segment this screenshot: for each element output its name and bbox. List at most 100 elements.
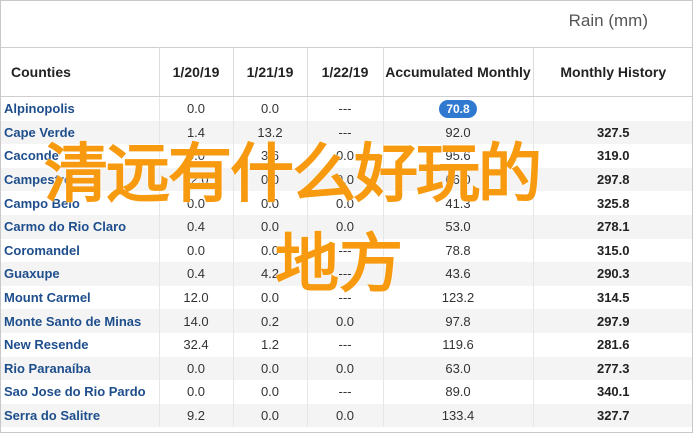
county-name-cell[interactable]: Rio Paranaíba xyxy=(1,356,160,381)
rain-cell-date-3: 0.0 xyxy=(307,144,384,168)
history-cell xyxy=(533,97,692,121)
county-name-cell[interactable]: Mount Carmel xyxy=(1,285,160,310)
accumulated-cell: 53.0 xyxy=(383,214,534,239)
history-cell: 278.1 xyxy=(533,214,692,239)
rain-cell-date-3: --- xyxy=(307,262,384,286)
highlight-badge: 70.8 xyxy=(439,99,477,118)
rain-cell-date-3: --- xyxy=(307,332,384,357)
rain-cell-date-1: 0.0 xyxy=(159,238,234,263)
accumulated-cell: 66.0 xyxy=(383,167,534,192)
unit-label: Rain (mm) xyxy=(568,11,648,30)
rain-cell-date-3: --- xyxy=(307,285,384,310)
rain-cell-date-1: 0.0 xyxy=(159,144,234,168)
county-name-cell[interactable]: New Resende xyxy=(1,332,160,357)
rain-cell-date-3: 0.0 xyxy=(307,356,384,381)
table-row: Coromandel 0.0 0.0 --- 78.8 315.0 xyxy=(1,238,692,263)
county-name-cell[interactable]: Cape Verde xyxy=(1,120,160,145)
column-header-history[interactable]: Monthly History xyxy=(533,47,692,97)
history-cell: 319.0 xyxy=(596,148,630,164)
rain-cell-date-2: 0.2 xyxy=(233,309,308,333)
rain-cell-date-1: 14.0 xyxy=(159,309,234,333)
accumulated-cell: 89.0 xyxy=(383,380,534,404)
rain-cell-date-2: 0.0 xyxy=(233,380,308,404)
rain-cell-date-1: 0.0 xyxy=(159,380,234,404)
table-row: Monte Santo de Minas 14.0 0.2 0.0 97.8 297.9 xyxy=(1,309,692,333)
rain-cell-date-3: 0.0 xyxy=(307,309,384,333)
table-row: Campo Belo 0.0 0.0 0.0 41.3 325.8 xyxy=(1,191,692,215)
county-name-cell[interactable]: Serra do Salitre xyxy=(1,403,160,428)
table-header-row: Counties 1/20/19 1/21/19 1/22/19 Accumul… xyxy=(1,47,692,97)
county-name-cell[interactable]: Campestre xyxy=(1,167,160,192)
county-name-cell[interactable]: Coromandel xyxy=(1,238,160,263)
accumulated-cell: 78.8 xyxy=(383,238,534,263)
accumulated-cell: 95.6 xyxy=(383,144,534,168)
column-header-date-2[interactable]: 1/21/19 xyxy=(233,47,308,97)
rain-cell-date-1: 0.0 xyxy=(159,96,234,121)
history-cell: 290.3 xyxy=(533,262,692,286)
county-name-cell[interactable]: Alpinopolis xyxy=(1,96,160,121)
table-row: Serra do Salitre 9.2 0.0 0.0 133.4 327.7 xyxy=(1,403,692,428)
table-row: Alpinopolis 0.0 0.0 --- 70.8 xyxy=(1,96,692,121)
table-row: Campestre 32.0 0.0 0.0 66.0 297.8 xyxy=(1,167,692,192)
county-name-cell[interactable]: Carmo do Rio Claro xyxy=(1,214,160,239)
county-name-cell[interactable]: Sao Jose do Rio Pardo xyxy=(1,380,160,404)
rain-cell-date-2: 0.0 xyxy=(233,403,308,428)
table-row: New Resende 32.4 1.2 --- 119.6 281.6 xyxy=(1,332,692,357)
rain-cell-date-3: --- xyxy=(307,380,384,404)
rain-cell-date-2: 0.0 xyxy=(233,214,308,239)
rain-cell-date-2: 0.0 xyxy=(233,167,308,192)
history-cell: 297.9 xyxy=(533,309,692,333)
rain-cell-date-2: 13.2 xyxy=(233,120,308,145)
accumulated-cell: 119.6 xyxy=(383,332,534,357)
rain-cell-date-1: 9.2 xyxy=(159,403,234,428)
table-row: Mount Carmel 12.0 0.0 --- 123.2 314.5 xyxy=(1,285,692,310)
column-header-accumulated[interactable]: Accumulated Monthly xyxy=(383,47,534,97)
rain-cell-date-3: 0.0 xyxy=(307,214,384,239)
rain-cell-date-1: 0.4 xyxy=(159,262,234,286)
rain-cell-date-3: 0.0 xyxy=(307,191,384,215)
column-header-date-1[interactable]: 1/20/19 xyxy=(159,47,234,97)
rain-cell-date-3: --- xyxy=(307,120,384,145)
table-row: Carmo do Rio Claro 0.4 0.0 0.0 53.0 278.1 xyxy=(1,214,692,239)
rain-cell-date-2: 0.0 xyxy=(233,96,308,121)
county-name-cell[interactable]: Guaxupe xyxy=(1,262,160,286)
rain-cell-date-3: --- xyxy=(307,238,384,263)
county-name-cell[interactable]: Campo Belo xyxy=(1,191,160,215)
rain-cell-date-1: 32.0 xyxy=(159,167,234,192)
county-name-cell[interactable]: Caconde xyxy=(1,144,160,168)
accumulated-cell: 43.6 xyxy=(383,262,534,286)
column-header-date-3[interactable]: 1/22/19 xyxy=(307,47,384,97)
rain-cell-date-2: 4.2 xyxy=(233,262,308,286)
table-row: Rio Paranaíba 0.0 0.0 0.0 63.0 277.3 xyxy=(1,356,692,381)
history-cell: 325.8 xyxy=(596,195,630,211)
rain-cell-date-3: --- xyxy=(307,96,384,121)
history-cell: 327.7 xyxy=(533,403,692,428)
table-row: Sao Jose do Rio Pardo 0.0 0.0 --- 89.0 340.1 xyxy=(1,380,692,404)
rain-cell-date-1: 0.0 xyxy=(159,191,234,215)
rain-cell-date-1: 12.0 xyxy=(159,285,234,310)
table-row: Cape Verde 1.4 13.2 --- 92.0 327.5 xyxy=(1,120,692,145)
rain-cell-date-1: 1.4 xyxy=(159,120,234,145)
rain-cell-date-2: 0.0 xyxy=(233,356,308,381)
rain-cell-date-1: 32.4 xyxy=(159,332,234,357)
history-cell: 314.5 xyxy=(596,290,630,306)
rain-cell-date-1: 0.4 xyxy=(159,214,234,239)
accumulated-cell: 123.2 xyxy=(383,285,534,310)
rain-cell-date-1: 0.0 xyxy=(159,356,234,381)
history-cell: 340.1 xyxy=(596,384,630,400)
rain-cell-date-2: 0.0 xyxy=(233,238,308,263)
table-row: Guaxupe 0.4 4.2 --- 43.6 290.3 xyxy=(1,262,692,286)
table-row: Caconde 0.0 3.6 0.0 95.6 319.0 xyxy=(1,144,692,168)
rain-cell-date-2: 0.0 xyxy=(233,191,308,215)
county-name-cell[interactable]: Monte Santo de Minas xyxy=(1,309,160,333)
accumulated-cell: 133.4 xyxy=(383,403,534,428)
rain-cell-date-2: 0.0 xyxy=(233,285,308,310)
column-header-counties[interactable]: Counties xyxy=(1,47,160,97)
rain-table-panel: Rain (mm) Counties 1/20/19 1/21/19 1/22/… xyxy=(0,0,693,433)
accumulated-cell: 92.0 xyxy=(383,120,534,145)
rain-cell-date-2: 3.6 xyxy=(233,144,308,168)
history-cell: 277.3 xyxy=(533,356,692,381)
accumulated-cell: 70.8 xyxy=(383,96,534,121)
history-cell: 315.0 xyxy=(596,242,630,258)
history-cell: 327.5 xyxy=(533,120,692,145)
